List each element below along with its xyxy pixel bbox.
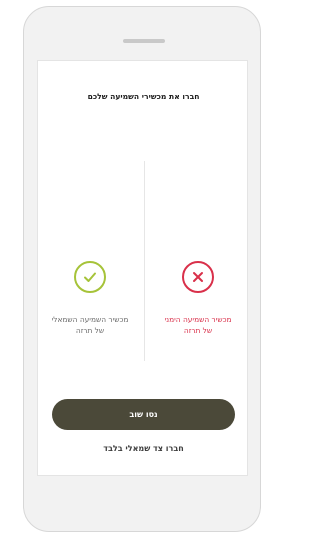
right-device-error-status: [182, 261, 214, 293]
right-device-label: מכשיר השמיעה הימני של תרזה: [148, 314, 248, 336]
left-device-label-line2: של תרזה: [75, 326, 105, 335]
phone-speaker: [123, 39, 165, 43]
app-screen: חברו את מכשירי השמיעה שלכם מכשיר השמיעה …: [37, 60, 248, 476]
left-device-panel: מכשיר השמיעה השמאלי של תרזה: [40, 261, 140, 336]
right-device-panel: מכשיר השמיעה הימני של תרזה: [148, 261, 248, 336]
x-icon: [193, 272, 203, 282]
retry-button[interactable]: נסו שוב: [52, 399, 235, 430]
device-divider: [144, 161, 145, 361]
right-device-label-line2: של תרזה: [183, 326, 213, 335]
left-device-label-line1: מכשיר השמיעה השמאלי: [51, 315, 129, 324]
connect-left-only-link[interactable]: חברו צד שמאלי בלבד: [38, 444, 249, 453]
left-device-connected-status: [74, 261, 106, 293]
check-icon: [84, 272, 96, 282]
right-device-label-line1: מכשיר השמיעה הימני: [164, 315, 232, 324]
phone-frame: חברו את מכשירי השמיעה שלכם מכשיר השמיעה …: [23, 6, 261, 532]
left-device-label: מכשיר השמיעה השמאלי של תרזה: [40, 314, 140, 336]
page-title: חברו את מכשירי השמיעה שלכם: [87, 92, 200, 101]
